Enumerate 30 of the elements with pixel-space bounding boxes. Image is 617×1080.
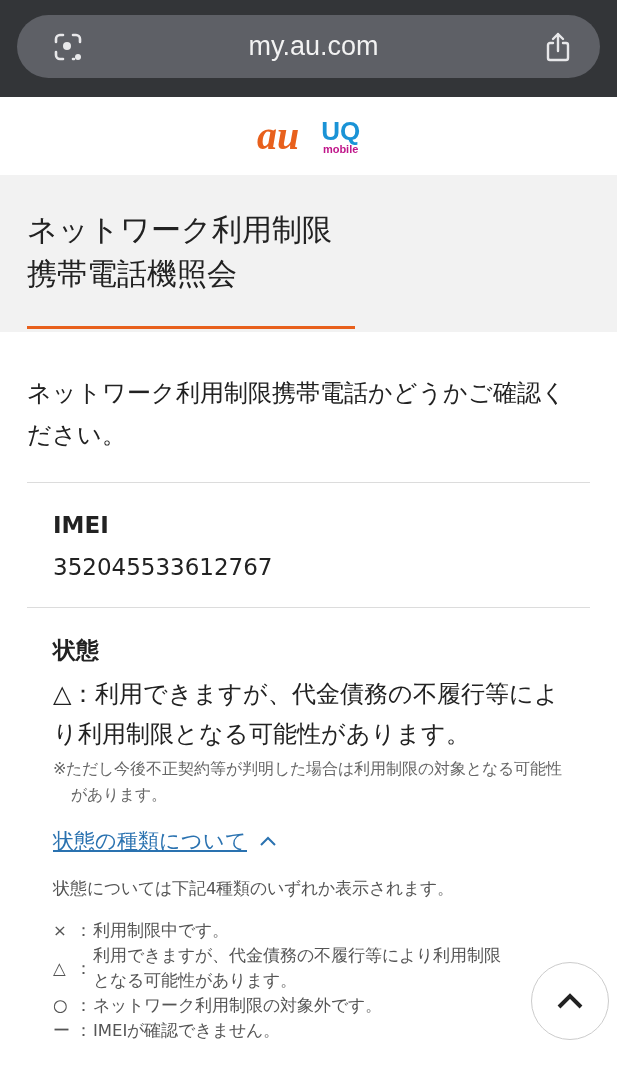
page-title: ネットワーク利用制限 bbox=[27, 211, 333, 249]
uq-mobile-logo[interactable]: UQ mobile bbox=[321, 117, 361, 155]
status-symbol: ー bbox=[53, 1020, 71, 1042]
share-icon[interactable] bbox=[544, 30, 572, 63]
url-text: my.au.com bbox=[248, 31, 379, 62]
separator-text: ： bbox=[75, 957, 93, 980]
caret-icon bbox=[259, 835, 277, 847]
legend-text: IMEIが確認できません。 bbox=[93, 1020, 282, 1042]
separator-text: ： bbox=[75, 995, 93, 1017]
page-title: 携帯電話機照会 bbox=[27, 255, 238, 293]
status-value: △：利用できますが、代金債務の不履行等により利用制限となる可能性があります。 bbox=[53, 679, 561, 750]
status-symbol: ○ bbox=[53, 995, 69, 1017]
legend-text: 利用制限中です。 bbox=[93, 920, 230, 942]
lens-icon[interactable] bbox=[53, 31, 83, 62]
status-symbol: △ bbox=[53, 957, 67, 980]
legend-intro: 状態については下記4種類のいずれか表示されます。 bbox=[53, 878, 455, 900]
address-bar[interactable]: my.au.com bbox=[17, 15, 600, 78]
imei-value: 352045533612767 bbox=[53, 553, 273, 582]
separator-text: ： bbox=[75, 920, 93, 942]
status-symbol: × bbox=[53, 920, 68, 942]
field-label: IMEI bbox=[53, 511, 109, 540]
chevron-up-icon bbox=[556, 992, 584, 1010]
intro-text: ネットワーク利用制限携帯電話かどうかご確認ください。 bbox=[27, 372, 590, 483]
field-label: 状態 bbox=[53, 636, 99, 665]
legend-text: 利用できますが、代金債務の不履行等により利用制限となる可能性があります。 bbox=[93, 945, 502, 992]
separator-text: ： bbox=[75, 1020, 93, 1042]
legend-text: ネットワーク利用制限の対象外です。 bbox=[93, 995, 383, 1017]
status-types-link[interactable]: 状態の種類について bbox=[53, 826, 277, 856]
status-note: ※ただし今後不正契約等が判明した場合は利用制限の対象となる可能性があります。 bbox=[53, 758, 564, 806]
au-logo[interactable]: au bbox=[256, 116, 300, 156]
